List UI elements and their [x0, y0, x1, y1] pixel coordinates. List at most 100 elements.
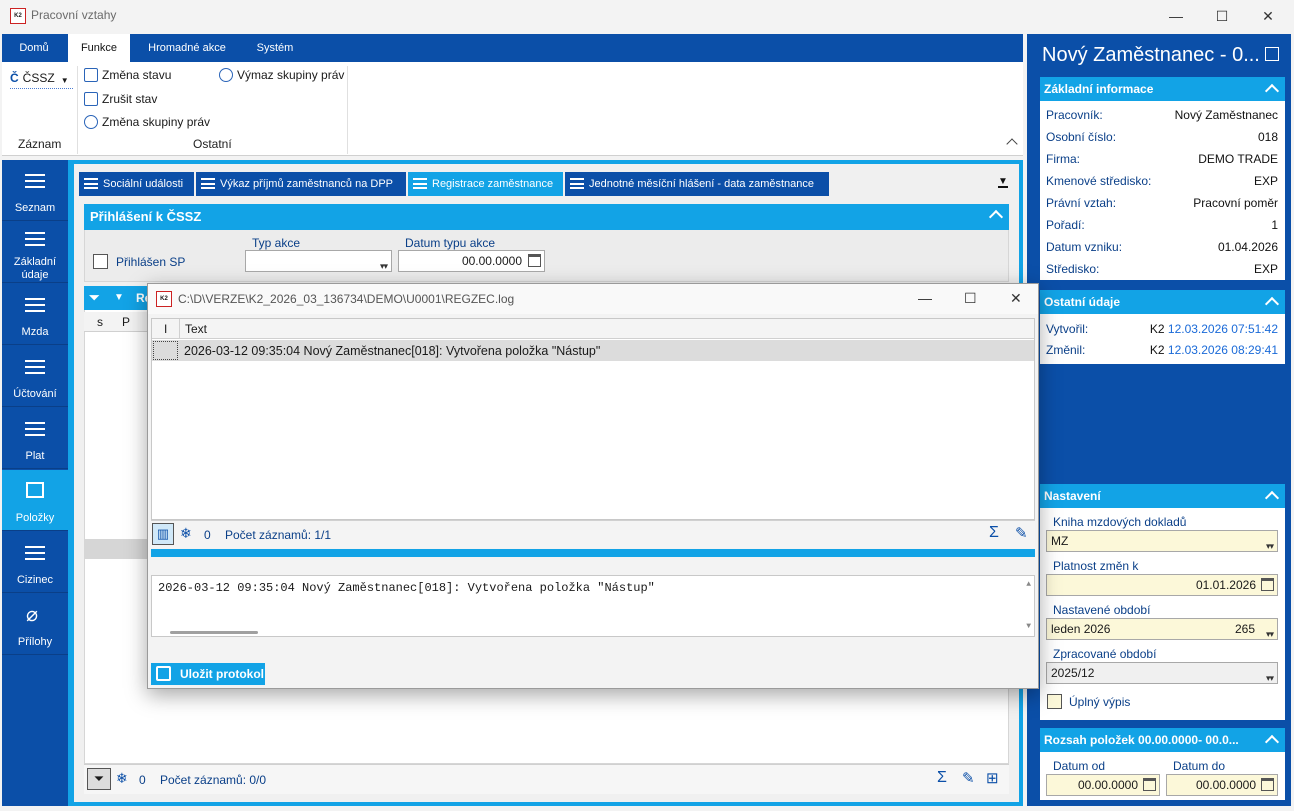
- app-logo: K2: [156, 291, 172, 307]
- tab-hromadne-akce[interactable]: Hromadné akce: [135, 34, 239, 62]
- calendar-icon[interactable]: [1143, 778, 1156, 791]
- datum-do-label: Datum do: [1173, 759, 1226, 773]
- vymaz-skupiny-button[interactable]: Výmaz skupiny práv: [219, 68, 344, 82]
- edit-icon[interactable]: ✎: [1015, 524, 1028, 542]
- chevron-up-icon[interactable]: [1264, 490, 1280, 506]
- calendar-icon[interactable]: [1261, 778, 1274, 791]
- dropdown-icon: ▾▾: [1265, 629, 1274, 639]
- filter-icon[interactable]: ⏷: [87, 768, 111, 790]
- datum-od-field[interactable]: 00.00.0000: [1046, 774, 1160, 796]
- splitter-handle[interactable]: [151, 549, 1035, 557]
- sum-icon[interactable]: Σ: [989, 524, 999, 542]
- scroll-up-icon[interactable]: ▲: [1026, 580, 1031, 589]
- section-heading-label: Přihlášení k ČSSZ: [90, 209, 202, 224]
- group-label-ostatni: Ostatní: [193, 137, 232, 151]
- chevron-up-icon[interactable]: [1264, 83, 1280, 99]
- ribbon-collapse-icon[interactable]: [1006, 138, 1018, 150]
- nav-item-uctovani[interactable]: Účtování: [2, 346, 68, 407]
- datum-do-field[interactable]: 00.00.0000: [1166, 774, 1278, 796]
- nav-item-label: Přílohy: [17, 636, 53, 648]
- dialog-close-button[interactable]: ✕: [1010, 290, 1022, 307]
- info-key: Středisko:: [1046, 262, 1100, 276]
- uplny-vypis-checkbox[interactable]: [1047, 694, 1062, 709]
- minimize-button[interactable]: —: [1153, 0, 1199, 32]
- zpracovane-select[interactable]: 2025/12 ▾▾: [1046, 662, 1278, 684]
- scroll-down-icon[interactable]: ▼: [1026, 622, 1031, 631]
- chevron-up-icon[interactable]: [1264, 734, 1280, 750]
- book-icon[interactable]: ▥: [152, 523, 174, 545]
- chevron-up-icon[interactable]: [1264, 296, 1280, 312]
- list-icon: [84, 178, 98, 189]
- column-p[interactable]: P: [122, 315, 130, 329]
- table-row[interactable]: 2026-03-12 09:35:04 Nový Zaměstnanec[018…: [152, 340, 1034, 361]
- list-icon: [25, 546, 45, 560]
- horizontal-scrollbar[interactable]: [170, 631, 258, 634]
- snowflake-icon[interactable]: ❄: [116, 770, 128, 787]
- column-s[interactable]: s: [97, 315, 103, 329]
- dialog-maximize-button[interactable]: ☐: [964, 290, 977, 307]
- tab-vykaz-prijmu[interactable]: Výkaz příjmů zaměstnanců na DPP: [196, 172, 406, 196]
- panel-heading-label: Nastavení: [1044, 489, 1101, 503]
- tab-domu[interactable]: Domů: [2, 34, 66, 62]
- add-record-icon[interactable]: ⊞: [986, 769, 999, 787]
- save-protocol-button[interactable]: Uložit protokol: [151, 663, 265, 685]
- cssz-button[interactable]: Č ČSSZ ▼: [10, 67, 73, 89]
- group-label-zaznam: Záznam: [18, 137, 62, 151]
- tab-system[interactable]: Systém: [244, 34, 306, 62]
- nav-item-cizinec[interactable]: Cizinec: [2, 532, 68, 593]
- nav-item-polozky[interactable]: Položky: [2, 470, 68, 531]
- filter-icon[interactable]: ⏷: [89, 286, 99, 310]
- tab-label: Jednotné měsíční hlášení - data zaměstna…: [589, 178, 815, 190]
- info-row: Datum vzniku: 01.04.2026: [1046, 240, 1278, 254]
- nav-item-mzda[interactable]: Mzda: [2, 284, 68, 345]
- zmena-skupiny-button[interactable]: Změna skupiny práv: [84, 115, 210, 129]
- list-icon: [201, 178, 215, 189]
- datum-do-value: 00.00.0000: [1195, 778, 1256, 792]
- datum-typu-akce-field[interactable]: 00.00.0000: [398, 250, 545, 272]
- nav-item-label: Položky: [15, 512, 55, 524]
- column-text[interactable]: Text: [185, 322, 207, 336]
- popout-icon[interactable]: [1265, 47, 1279, 61]
- zrusit-stav-button[interactable]: Zrušit stav: [84, 92, 157, 106]
- nav-item-prilohy[interactable]: ⌀ Přílohy: [2, 594, 68, 655]
- tabs-overflow-icon[interactable]: ▼: [998, 177, 1008, 188]
- info-value: 01.04.2026: [1217, 240, 1278, 254]
- zmena-stavu-label: Změna stavu: [102, 68, 172, 82]
- info-key: Osobní číslo:: [1046, 130, 1117, 144]
- typ-akce-label: Typ akce: [252, 236, 301, 250]
- obdobi-label: Nastavené období: [1053, 603, 1151, 617]
- nav-item-seznam[interactable]: Seznam: [2, 160, 68, 221]
- close-button[interactable]: ✕: [1245, 0, 1291, 32]
- list-row[interactable]: [84, 539, 154, 559]
- platnost-field[interactable]: 01.01.2026: [1046, 574, 1278, 596]
- zmena-stavu-button[interactable]: Změna stavu: [84, 68, 171, 82]
- obdobi-select[interactable]: leden 2026 265 ▾▾: [1046, 618, 1278, 640]
- tab-funkce[interactable]: Funkce: [68, 34, 130, 62]
- sum-icon[interactable]: Σ: [937, 769, 947, 787]
- created-date-link[interactable]: 12.03.2026 07:51:42: [1168, 322, 1278, 336]
- save-protocol-label: Uložit protokol: [180, 667, 264, 681]
- list-count: 0: [139, 773, 146, 787]
- tab-jednotne-hlaseni[interactable]: Jednotné měsíční hlášení - data zaměstna…: [565, 172, 829, 196]
- prihlasen-sp-checkbox[interactable]: [93, 254, 108, 269]
- maximize-button[interactable]: ☐: [1199, 0, 1245, 32]
- dialog-minimize-button[interactable]: —: [918, 290, 932, 306]
- datum-typu-akce-value: 00.00.0000: [461, 254, 522, 268]
- tab-registrace-zamestnance[interactable]: Registrace zaměstnance: [408, 172, 563, 196]
- calendar-icon[interactable]: [528, 254, 541, 267]
- column-i[interactable]: I: [164, 322, 167, 336]
- edit-icon[interactable]: ✎: [962, 769, 975, 787]
- tab-socialni-udalosti[interactable]: Sociální události: [79, 172, 194, 196]
- log-detail-text[interactable]: 2026-03-12 09:35:04 Nový Zaměstnanec[018…: [151, 575, 1035, 637]
- zakladni-informace-panel: Základní informace Pracovník: Nový Zaměst…: [1040, 77, 1285, 280]
- typ-akce-select[interactable]: ▾▾: [245, 250, 392, 272]
- snowflake-icon[interactable]: ❄: [180, 525, 192, 542]
- chevron-down-icon[interactable]: ▼: [114, 286, 124, 310]
- calendar-icon[interactable]: [1261, 578, 1274, 591]
- kniha-select[interactable]: MZ ▾▾: [1046, 530, 1278, 552]
- list-record-count: Počet záznamů: 0/0: [160, 773, 267, 787]
- nav-item-zakladni-udaje[interactable]: Základní údaje: [2, 222, 68, 283]
- nav-item-plat[interactable]: Plat: [2, 408, 68, 469]
- chevron-up-icon[interactable]: [988, 209, 1004, 225]
- modified-date-link[interactable]: 12.03.2026 08:29:41: [1168, 343, 1278, 357]
